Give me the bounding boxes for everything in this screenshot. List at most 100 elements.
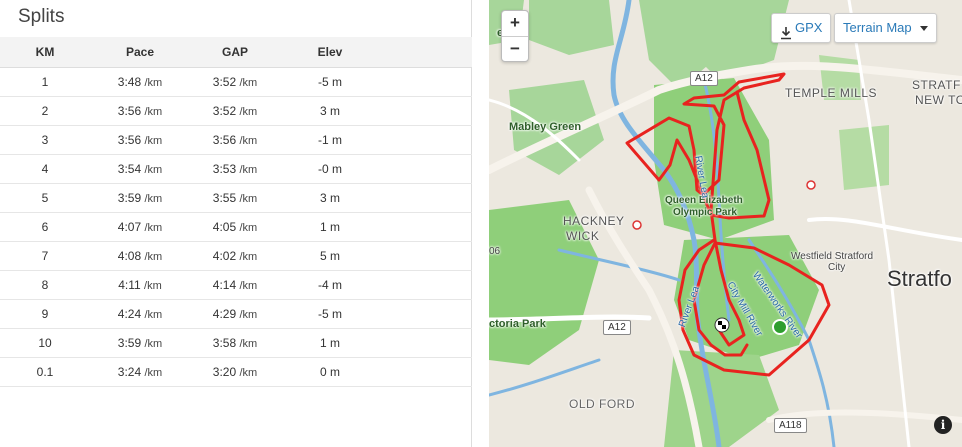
label-westfield-1: Westfield Stratford [791,251,874,262]
split-elev: -1 m [280,125,380,155]
split-gap-value: 3:52 [212,75,237,89]
split-spacer [380,67,472,97]
pace-unit: /km [144,106,163,118]
pace-unit: /km [239,338,258,350]
split-km-value: 8 [41,278,49,292]
split-km-value: 0.1 [36,365,54,379]
splits-panel: Splits KM Pace GAP Elev 1 3:48 /km 3:52 /k… [0,0,472,447]
split-elev: 3 m [280,96,380,126]
info-icon[interactable]: i [934,416,952,434]
split-pace-value: 3:59 [117,191,142,205]
river [489,358,601,397]
split-elev-value: 1 m [319,220,340,234]
split-gap: 3:55 /km [190,183,280,213]
split-spacer [380,241,472,271]
label-old-ford: OLD FORD [569,397,636,411]
split-km: 3 [0,125,90,155]
split-pace-value: 3:56 [117,133,142,147]
split-elev-value: 0 m [319,365,340,379]
pace-unit: /km [239,222,258,234]
split-gap: 3:53 /km [190,154,280,184]
zoom-in-button[interactable]: + [502,11,528,36]
split-km-value: 4 [41,162,49,176]
pace-unit: /km [239,251,258,263]
gpx-label: GPX [795,20,823,35]
zoom-control: + − [501,10,529,62]
split-row: 8 4:11 /km 4:14 /km -4 m [0,270,472,300]
split-km-value: 7 [41,249,49,263]
split-pace: 3:24 /km [90,357,190,387]
pace-unit: /km [239,135,258,147]
split-pace-value: 3:24 [117,365,142,379]
terrain-map-label: Terrain Map [843,20,912,35]
pace-unit: /km [239,106,258,118]
split-km-value: 6 [41,220,49,234]
split-km: 10 [0,328,90,358]
split-gap: 3:56 /km [190,125,280,155]
split-elev-value: -4 m [318,278,342,292]
map-canvas[interactable] [489,0,962,447]
station-icon [806,180,816,190]
split-gap: 3:52 /km [190,67,280,97]
split-spacer [380,183,472,213]
split-pace-value: 4:07 [117,220,142,234]
split-row: 5 3:59 /km 3:55 /km 3 m [0,183,472,213]
map[interactable]: TEMPLE MILLS STRATF NEW TO Mabley Green … [489,0,962,447]
splits-body: 1 3:48 /km 3:52 /km -5 m 2 3:56 /km 3:52 /km 3 … [0,67,472,387]
split-pace-value: 4:08 [117,249,142,263]
split-spacer [380,125,472,155]
split-gap: 3:58 /km [190,328,280,358]
label-westfield-2: City [828,262,846,273]
split-gap-value: 3:55 [212,191,237,205]
split-km-value: 3 [41,133,49,147]
split-km: 9 [0,299,90,329]
split-gap-value: 3:58 [212,336,237,350]
split-spacer [380,357,472,387]
split-km-value: 1 [41,75,49,89]
split-pace-value: 3:48 [117,75,142,89]
split-pace: 4:07 /km [90,212,190,242]
split-spacer [380,328,472,358]
split-gap-value: 4:05 [212,220,237,234]
split-elev: -4 m [280,270,380,300]
split-elev-value: -1 m [318,133,342,147]
split-km: 8 [0,270,90,300]
split-elev: 1 m [280,212,380,242]
split-pace: 3:56 /km [90,125,190,155]
split-elev-value: 3 m [319,104,340,118]
terrain-map-dropdown[interactable]: Terrain Map [834,13,937,43]
split-km: 5 [0,183,90,213]
park-area [839,125,889,190]
pace-unit: /km [144,251,163,263]
split-spacer [380,299,472,329]
label-mabley-green: Mabley Green [509,121,582,133]
split-gap: 4:05 /km [190,212,280,242]
gpx-download-button[interactable]: GPX [771,13,832,43]
split-row: 7 4:08 /km 4:02 /km 5 m [0,241,472,271]
split-gap-value: 3:56 [212,133,237,147]
split-pace: 3:56 /km [90,96,190,126]
split-row: 2 3:56 /km 3:52 /km 3 m [0,96,472,126]
label-six: 06 [489,246,501,257]
label-stratford-new-town-2: NEW TO [915,93,962,107]
split-row: 6 4:07 /km 4:05 /km 1 m [0,212,472,242]
pace-unit: /km [144,280,162,292]
split-spacer [380,154,472,184]
split-km: 6 [0,212,90,242]
pace-unit: /km [239,280,258,292]
road-shield-a12-bottom: A12 [603,320,631,335]
split-pace-value: 3:59 [117,336,142,350]
split-km-value: 10 [38,336,52,350]
split-elev: 1 m [280,328,380,358]
split-row: 9 4:24 /km 4:29 /km -5 m [0,299,472,329]
split-gap-value: 4:29 [212,307,237,321]
split-gap: 4:29 /km [190,299,280,329]
pace-unit: /km [239,164,258,176]
split-gap-value: 3:20 [212,365,237,379]
pace-unit: /km [144,193,163,205]
pace-unit: /km [144,164,163,176]
split-elev-value: -5 m [318,307,342,321]
zoom-out-button[interactable]: − [502,36,528,62]
pace-unit: /km [239,367,258,379]
park-area [529,0,614,55]
